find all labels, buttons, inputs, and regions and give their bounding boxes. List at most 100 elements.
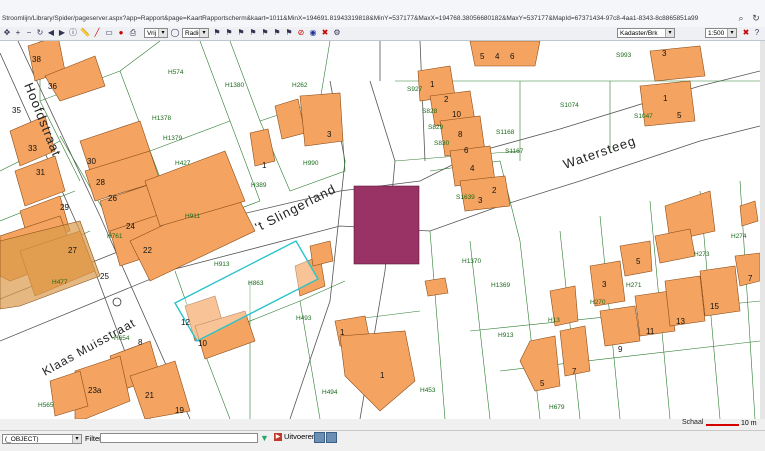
- parcel-label: H262: [292, 82, 308, 89]
- chevron-down-icon: ▾: [727, 29, 736, 37]
- parcel-label: S993: [616, 52, 632, 59]
- chevron-down-icon: ▾: [72, 435, 81, 443]
- refresh-map-icon[interactable]: ↻: [35, 28, 45, 38]
- zoom-out-icon[interactable]: −: [24, 28, 34, 38]
- house-number: 1: [380, 371, 385, 380]
- layer-select[interactable]: Kadaster/Brk ▾: [617, 28, 675, 38]
- parcel-label: H990: [303, 160, 319, 167]
- house-number: 11: [646, 327, 655, 336]
- house-number: 5: [677, 111, 682, 120]
- stop-icon[interactable]: ⊘: [296, 28, 306, 38]
- house-number: 31: [36, 168, 45, 177]
- house-number: 8: [138, 338, 143, 347]
- tool-6-icon[interactable]: ⚑: [272, 28, 282, 38]
- measure-icon[interactable]: 📏: [80, 28, 90, 38]
- parcel-label: H1380: [225, 82, 245, 89]
- tool-2-icon[interactable]: ⚑: [224, 28, 234, 38]
- parcel-label: S927: [407, 86, 423, 93]
- globe-icon[interactable]: ◉: [308, 28, 318, 38]
- close-layer-icon[interactable]: ✖: [320, 28, 330, 38]
- tool-1-icon[interactable]: ⚑: [212, 28, 222, 38]
- house-number: 1: [340, 328, 345, 337]
- parcel-label: H271: [626, 282, 642, 289]
- scale-unit: 10 m: [741, 420, 757, 427]
- parcel-label: H274: [731, 233, 747, 240]
- close-icon[interactable]: ✖: [741, 28, 751, 38]
- parcel-label: H427: [175, 160, 191, 167]
- house-number: 21: [145, 391, 154, 400]
- house-number: 6: [510, 52, 515, 61]
- tool-7-icon[interactable]: ⚑: [284, 28, 294, 38]
- parcel-label: H679: [549, 404, 565, 411]
- filter-input[interactable]: [100, 433, 258, 443]
- tool-5-icon[interactable]: ⚑: [260, 28, 270, 38]
- house-number: 29: [60, 203, 69, 212]
- house-number: 3: [478, 196, 483, 205]
- house-number: 5: [540, 379, 545, 388]
- chevron-down-icon: ▾: [665, 29, 674, 37]
- location-marker[interactable]: [353, 185, 420, 265]
- chevron-down-icon: ▾: [199, 29, 208, 37]
- circle-tool-icon[interactable]: ◯: [170, 28, 180, 38]
- url-field[interactable]: Stroomlijn/Library/Spider/pageserver.asp…: [2, 12, 724, 25]
- refresh-icon[interactable]: ↻: [750, 12, 762, 24]
- cadastral-map[interactable]: Hoofdstraat 't Slingerland Watersteeg Kl…: [0, 41, 760, 419]
- next-view-icon[interactable]: ▶: [57, 28, 67, 38]
- export-icon[interactable]: [314, 432, 325, 443]
- marker-icon[interactable]: ●: [116, 28, 126, 38]
- draw-line-icon[interactable]: ╱: [92, 28, 102, 38]
- parcel-label: H913: [498, 332, 514, 339]
- house-number: 8: [458, 130, 463, 139]
- house-number: 15: [710, 302, 719, 311]
- parcel-label: H270: [590, 299, 606, 306]
- tool-4-icon[interactable]: ⚑: [248, 28, 258, 38]
- house-number: 6: [464, 146, 469, 155]
- parcel-label: H761: [107, 233, 123, 240]
- house-number: 5: [480, 52, 485, 61]
- house-number: 13: [676, 317, 685, 326]
- house-number: 27: [68, 246, 77, 255]
- scale-select[interactable]: 1:500 ▾: [705, 28, 737, 38]
- map-toolbar: ✥ + − ↻ ◀ ▶ ⓘ 📏 ╱ ▭ ● ⎙ Vrij ▾ ◯ Radius ▾ …: [0, 27, 765, 41]
- house-number: 1: [262, 161, 267, 170]
- filter-icon[interactable]: ▼: [260, 433, 269, 443]
- zoom-in-icon[interactable]: +: [13, 28, 23, 38]
- house-number: 23a: [88, 386, 102, 395]
- previous-view-icon[interactable]: ◀: [46, 28, 56, 38]
- search-icon[interactable]: ⌕: [735, 12, 747, 24]
- parcel-label: H654: [114, 335, 130, 342]
- house-number: 22: [143, 246, 152, 255]
- tool-3-icon[interactable]: ⚑: [236, 28, 246, 38]
- parcel-label: H453: [420, 387, 436, 394]
- bottom-bar: (_OBJECT) ▾ Filter ▼: [0, 430, 765, 451]
- parcel-label: H911: [185, 213, 200, 220]
- pan-icon[interactable]: ✥: [2, 28, 12, 38]
- parcel-label: S1167: [505, 148, 524, 155]
- vertical-scrollbar[interactable]: [760, 41, 765, 419]
- house-number: 4: [470, 164, 475, 173]
- print-icon[interactable]: ⎙: [128, 28, 138, 38]
- parcel-label: H494: [322, 389, 338, 396]
- info-icon[interactable]: ⓘ: [68, 28, 78, 38]
- house-number: 38: [32, 55, 41, 64]
- house-number: 5: [636, 257, 641, 266]
- select-icon[interactable]: ▭: [104, 28, 114, 38]
- house-number: 7: [572, 367, 577, 376]
- house-number: 28: [96, 178, 105, 187]
- map-canvas[interactable]: Hoofdstraat 't Slingerland Watersteeg Kl…: [0, 41, 761, 419]
- house-number: 3: [662, 49, 667, 58]
- parcel-label: H273: [694, 251, 710, 258]
- object-select[interactable]: (_OBJECT) ▾: [2, 434, 82, 444]
- parcel-label: S828: [422, 108, 438, 115]
- parcel-label: H1378: [152, 115, 172, 122]
- browser-address-bar: Stroomlijn/Library/Spider/pageserver.asp…: [0, 0, 765, 28]
- run-button[interactable]: ▶ Uitvoeren: [274, 432, 316, 442]
- help-icon[interactable]: ?: [752, 28, 762, 38]
- parcel-label: H1379: [163, 135, 183, 142]
- settings-icon[interactable]: ⚙: [332, 28, 342, 38]
- print-results-icon[interactable]: [326, 432, 337, 443]
- house-number: 10: [452, 110, 461, 119]
- mode-select[interactable]: Vrij ▾: [144, 28, 168, 38]
- point-marker: [112, 297, 122, 307]
- radius-select[interactable]: Radius ▾: [182, 28, 209, 38]
